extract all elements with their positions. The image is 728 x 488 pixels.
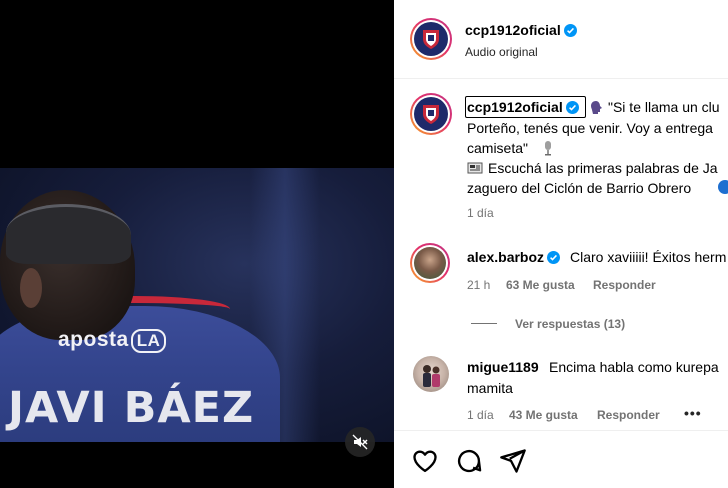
comment-time-migue[interactable]: 1 día [467, 408, 494, 422]
caption-username[interactable]: ccp1912oficial [467, 99, 579, 115]
verified-badge-icon [563, 24, 577, 37]
heart-icon[interactable] [411, 447, 439, 475]
speaking-head-icon [591, 101, 602, 114]
caption-username-text[interactable]: ccp1912oficial [467, 99, 563, 115]
verified-badge-icon [565, 101, 579, 114]
player-head [0, 190, 135, 340]
comment-text-alex: Claro xaviiiii! Éxitos herm [570, 249, 727, 265]
caption-avatar[interactable] [410, 93, 452, 135]
caption-line-3: camiseta" [467, 140, 528, 156]
caption-line-1: "Si te llama un clu [608, 99, 720, 115]
header-username-text[interactable]: ccp1912oficial [465, 22, 561, 38]
player-hair [6, 204, 131, 264]
video-player[interactable]: aposta LA JAVI BÁEZ [0, 0, 394, 488]
caption-line-5: zaguero del Ciclón de Barrio Obrero [467, 180, 692, 196]
video-frame[interactable]: aposta LA JAVI BÁEZ [0, 168, 394, 442]
comment-time-alex[interactable]: 21 h [467, 278, 490, 292]
comment-likes-migue[interactable]: 43 Me gusta [509, 408, 578, 422]
sponsor-text: aposta [58, 328, 129, 351]
comment-username-alex[interactable]: alex.barboz [467, 249, 561, 265]
caption-timestamp[interactable]: 1 día [467, 206, 494, 220]
comment-icon[interactable] [455, 447, 483, 475]
action-bar [394, 430, 728, 488]
jersey-sponsor: aposta LA [58, 328, 167, 353]
comment-text-migue: Encima habla como kurepa [549, 359, 719, 375]
audio-label[interactable]: Audio original [465, 45, 538, 59]
microphone-icon [545, 141, 551, 156]
sponsor-box-text: LA [130, 329, 167, 353]
comment-likes-alex[interactable]: 63 Me gusta [506, 278, 575, 292]
club-crest-icon [423, 30, 439, 49]
newspaper-icon [467, 162, 483, 174]
comment-username-text[interactable]: alex.barboz [467, 249, 544, 265]
blue-circle-icon [718, 180, 728, 194]
view-replies-button[interactable]: Ver respuestas (13) [515, 317, 625, 331]
comment-avatar-migue[interactable] [413, 356, 449, 392]
club-crest-icon [423, 105, 439, 124]
player-ear [20, 268, 42, 308]
mute-button[interactable] [345, 427, 375, 457]
replies-divider [471, 323, 497, 324]
comment-username-migue[interactable]: migue1189 [467, 359, 539, 375]
header-avatar[interactable] [410, 18, 452, 60]
speaker-muted-icon [352, 434, 368, 450]
jersey-name: JAVI BÁEZ [8, 383, 255, 433]
comment-more-options-button[interactable]: ••• [684, 405, 702, 421]
caption-line-4: Escuchá las primeras palabras de Ja [488, 160, 718, 176]
comment-reply-alex[interactable]: Responder [593, 278, 656, 292]
post-header: ccp1912oficial Audio original [394, 0, 728, 79]
comment-text-migue-line2: mamita [467, 380, 513, 396]
header-username[interactable]: ccp1912oficial [465, 22, 577, 38]
share-icon[interactable] [499, 447, 527, 475]
comment-reply-migue[interactable]: Responder [597, 408, 660, 422]
caption-line-2: Porteño, tenés que venir. Voy a entrega [467, 120, 713, 136]
post-side-panel: ccp1912oficial Audio original ccp1912ofi… [394, 0, 728, 488]
comment-avatar-alex[interactable] [410, 243, 450, 283]
avatar-photo-icon [423, 365, 440, 387]
verified-badge-icon [547, 251, 561, 264]
